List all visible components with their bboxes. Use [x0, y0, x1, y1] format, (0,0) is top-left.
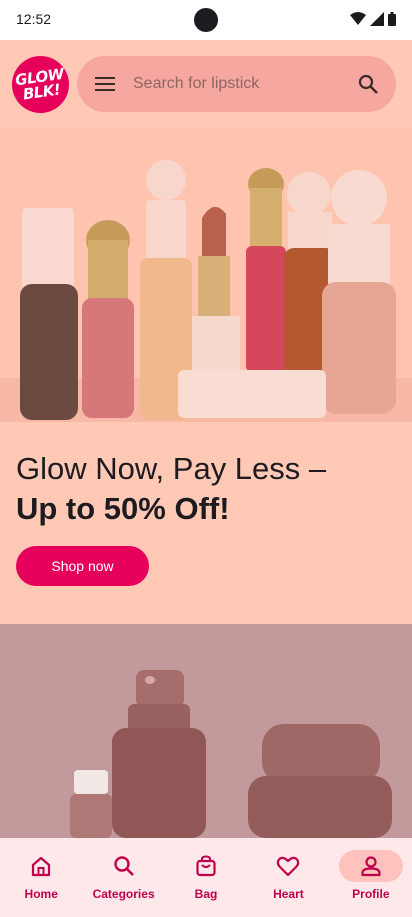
search-icon: [113, 856, 134, 876]
brand-logo[interactable]: GLOW BLK!: [8, 52, 73, 117]
headline-regular: Glow Now, Pay Less –: [16, 451, 327, 486]
nav-label-categories: Categories: [92, 887, 155, 901]
bag-icon: [196, 855, 216, 877]
search-icon: [358, 74, 378, 94]
battery-icon: [388, 12, 396, 26]
skincare-illustration: [0, 624, 412, 838]
signal-icon: [370, 12, 384, 26]
status-bar: 12:52: [0, 0, 412, 40]
cosmetics-illustration: [0, 128, 412, 422]
menu-icon: [95, 77, 115, 91]
nav-label-home: Home: [24, 887, 58, 901]
nav-icon-container: [9, 850, 73, 882]
nav-item-profile[interactable]: Profile: [330, 838, 412, 917]
nav-icon-container: [174, 850, 238, 882]
wifi-icon: [350, 12, 366, 25]
top-app-bar: GLOW BLK! Search for lipstick: [0, 40, 412, 128]
hero-product-image: [0, 128, 412, 422]
nav-item-categories[interactable]: Categories: [82, 838, 164, 917]
nav-label-heart: Heart: [273, 887, 304, 901]
headline-bold: Up to 50% Off!: [16, 491, 230, 526]
home-icon: [32, 856, 51, 877]
logo-line-2: BLK!: [21, 79, 62, 103]
nav-active-indicator: [338, 850, 403, 882]
profile-icon: [361, 856, 381, 877]
search-input[interactable]: Search for lipstick: [133, 75, 340, 93]
nav-label-profile: Profile: [352, 887, 390, 901]
search-bar[interactable]: Search for lipstick: [77, 56, 396, 112]
bottom-navigation: Home Categories Bag Heart Profile: [0, 838, 412, 917]
promo-headline: Glow Now, Pay Less – Up to 50% Off!: [16, 449, 396, 529]
status-icons: [350, 12, 396, 26]
status-time: 12:52: [16, 11, 52, 27]
nav-label-bag: Bag: [194, 887, 218, 901]
nav-item-bag[interactable]: Bag: [165, 838, 247, 917]
nav-item-heart[interactable]: Heart: [247, 838, 329, 917]
nav-item-home[interactable]: Home: [0, 838, 82, 917]
secondary-product-image[interactable]: [0, 624, 412, 838]
camera-cutout: [194, 8, 218, 32]
nav-icon-container: [256, 850, 320, 882]
shop-now-button[interactable]: Shop now: [16, 546, 149, 586]
nav-icon-container: [92, 850, 156, 882]
search-button[interactable]: [340, 56, 396, 112]
menu-button[interactable]: [77, 56, 133, 112]
heart-icon: [277, 856, 300, 877]
